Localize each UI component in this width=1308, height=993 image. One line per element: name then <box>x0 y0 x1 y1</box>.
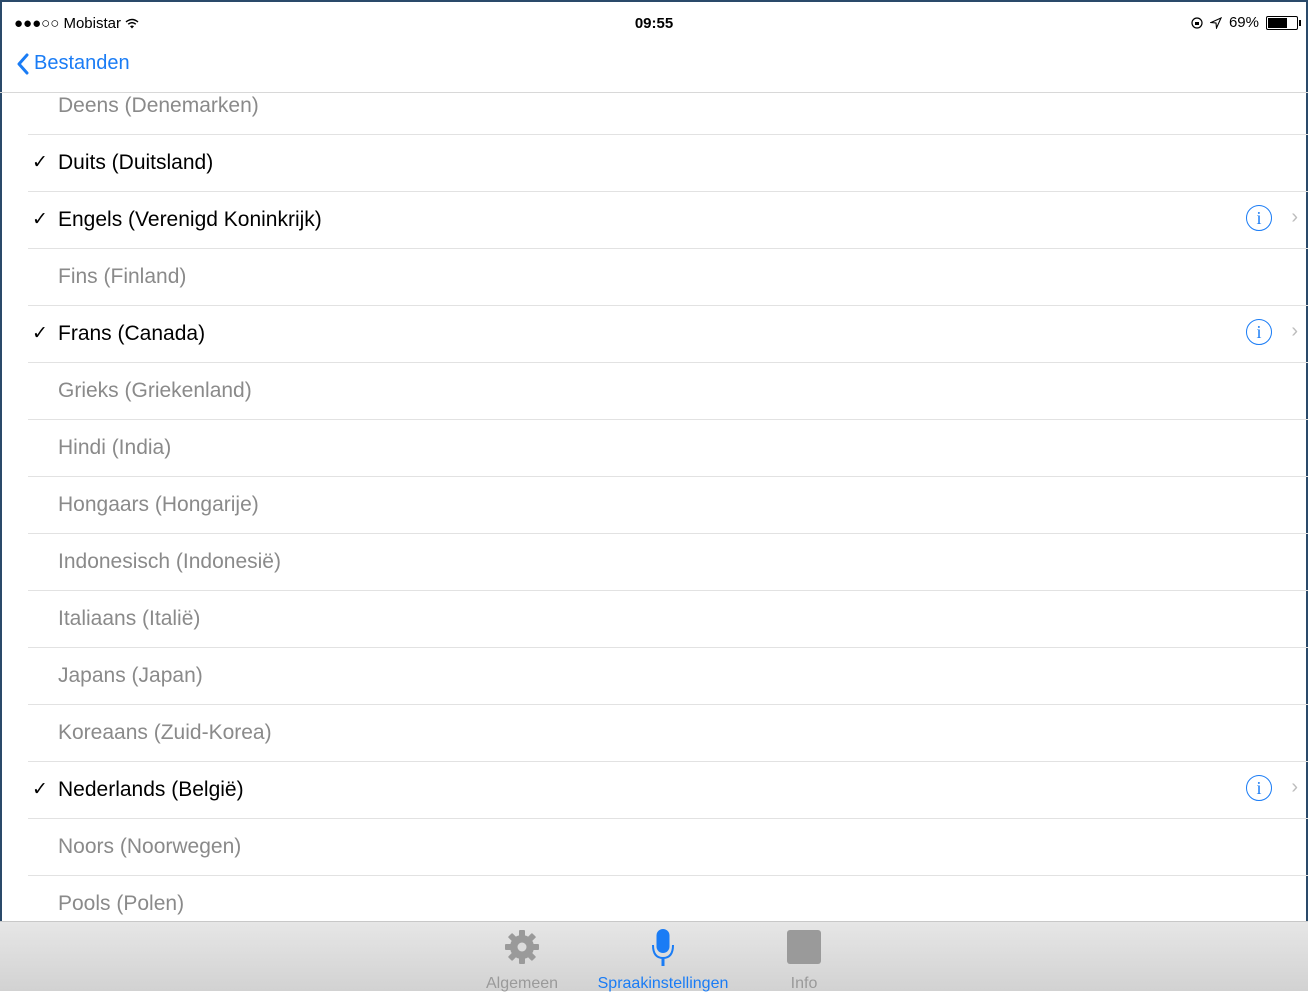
battery-tip <box>1299 19 1301 26</box>
language-row[interactable]: Grieks (Griekenland) <box>28 363 1308 420</box>
checkmark-icon: ✓ <box>32 779 48 800</box>
clock: 09:55 <box>634 15 674 32</box>
checkmark-icon: ✓ <box>32 323 48 344</box>
chevron-left-icon <box>17 53 29 74</box>
status-right: 69% <box>1191 14 1301 31</box>
info-icon[interactable]: i <box>1246 319 1272 345</box>
tab-spraakinstellingen[interactable]: Spraakinstellingen <box>593 928 733 993</box>
microphone-icon <box>652 929 674 966</box>
language-row[interactable]: ✓ Engels (Verenigd Koninkrijk) i › <box>28 192 1308 249</box>
language-label: Noors (Noorwegen) <box>58 835 242 858</box>
language-label: Pools (Polen) <box>58 892 185 915</box>
info-icon[interactable]: i <box>1246 775 1272 801</box>
language-label: Grieks (Griekenland) <box>58 379 252 402</box>
checkmark-icon: ✓ <box>32 152 48 173</box>
language-label: Hongaars (Hongarije) <box>58 493 259 516</box>
language-row[interactable]: ✓ Frans (Canada) i › <box>28 306 1308 363</box>
language-row[interactable]: Hongaars (Hongarije) <box>28 477 1308 534</box>
language-row[interactable]: Koreaans (Zuid-Korea) <box>28 705 1308 762</box>
language-row[interactable]: Noors (Noorwegen) <box>28 819 1308 876</box>
location-icon <box>1209 16 1222 29</box>
language-list: Deens (Denemarken) ✓ Duits (Duitsland) ✓ Eng… <box>28 78 1308 933</box>
tab-algemeen[interactable]: Algemeen <box>452 928 592 993</box>
language-label: Japans (Japan) <box>58 664 203 687</box>
language-label: Italiaans (Italië) <box>58 607 201 630</box>
checkmark-icon: ✓ <box>32 209 48 230</box>
info-icon[interactable]: i <box>1246 205 1272 231</box>
status-bar: ●●●○○ Mobistar 09:55 69% <box>0 0 1308 44</box>
back-button[interactable]: Bestanden <box>16 52 130 75</box>
chevron-right-icon: › <box>1291 320 1298 342</box>
language-label: Engels (Verenigd Koninkrijk) <box>58 208 322 231</box>
rotation-lock-icon <box>1191 16 1203 29</box>
chevron-right-icon: › <box>1291 776 1298 798</box>
language-label: Koreaans (Zuid-Korea) <box>58 721 272 744</box>
language-row[interactable]: Italiaans (Italië) <box>28 591 1308 648</box>
tab-algemeen-label: Algemeen <box>485 975 559 992</box>
back-button-label: Bestanden <box>34 52 130 74</box>
tab-bar: Algemeen Spraakinstellingen Info <box>0 921 1308 993</box>
language-row[interactable]: Japans (Japan) <box>28 648 1308 705</box>
language-label: Deens (Denemarken) <box>58 94 259 117</box>
gear-icon <box>505 930 539 964</box>
tab-spraakinstellingen-label: Spraakinstellingen <box>597 975 729 992</box>
language-row[interactable]: Hindi (India) <box>28 420 1308 477</box>
tab-info-label: Info <box>790 975 818 992</box>
battery-icon <box>1266 15 1301 30</box>
window-border-left <box>0 0 2 990</box>
language-row[interactable]: Indonesisch (Indonesië) <box>28 534 1308 591</box>
language-label: Duits (Duitsland) <box>58 151 214 174</box>
language-row[interactable]: Deens (Denemarken) <box>28 78 1308 135</box>
language-label: Fins (Finland) <box>58 265 187 288</box>
language-label: Frans (Canada) <box>58 322 206 345</box>
battery-fill <box>1268 17 1287 28</box>
language-row[interactable]: ✓ Duits (Duitsland) <box>28 135 1308 192</box>
battery-percentage: 69% <box>1228 14 1259 31</box>
language-label: Hindi (India) <box>58 436 172 459</box>
language-label: Indonesisch (Indonesië) <box>58 550 281 573</box>
info-square-icon <box>787 930 821 964</box>
language-row[interactable]: Fins (Finland) <box>28 249 1308 306</box>
language-label: Nederlands (België) <box>58 778 244 801</box>
tab-info[interactable]: Info <box>734 928 874 993</box>
chevron-right-icon: › <box>1291 206 1298 228</box>
language-row[interactable]: ✓ Nederlands (België) i › <box>28 762 1308 819</box>
